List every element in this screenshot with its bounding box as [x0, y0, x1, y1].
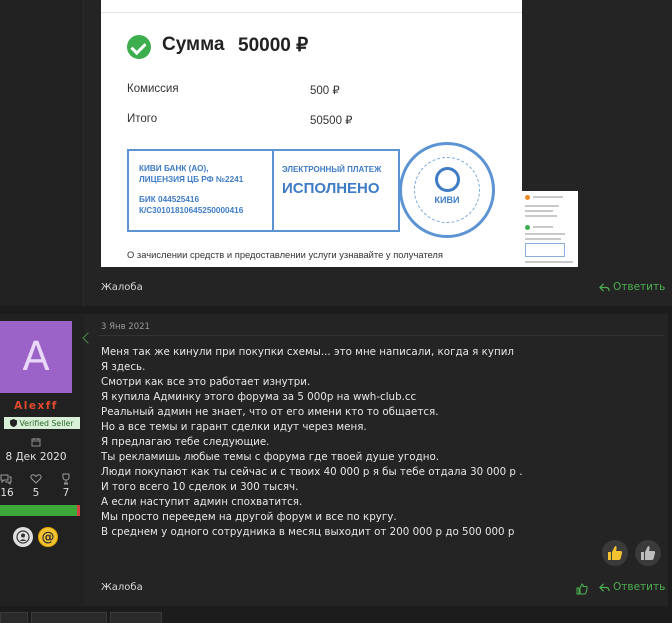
- receipt-thumbnail[interactable]: [522, 191, 578, 267]
- thumbs-up-gray-icon: [641, 546, 656, 560]
- forum-post: A Alexff Verified Seller 8 Дек 2020 16 5…: [0, 314, 668, 606]
- post-arrow-notch: [82, 332, 94, 344]
- stat-messages: 16: [0, 487, 14, 499]
- reply-button[interactable]: Ответить: [599, 581, 665, 593]
- post-line: Я предлагаю тебе следующие.: [101, 436, 270, 448]
- post-line: Люди покупают как ты сейчас и с твоих 40…: [101, 466, 523, 478]
- verified-seller-badge: Verified Seller: [4, 417, 80, 429]
- stamp-text: КИВИ: [434, 195, 460, 205]
- report-link[interactable]: Жалоба: [101, 582, 143, 593]
- post-message: Меня так же кинули при покупки схемы... …: [101, 345, 631, 540]
- post-line: А если наступит админ спохватится.: [101, 496, 303, 508]
- receipt-sum-value: 50000 ₽: [238, 35, 309, 56]
- user-icon: [16, 530, 30, 544]
- dislike-reaction-button[interactable]: [635, 540, 661, 566]
- shield-icon: [10, 419, 18, 427]
- receipt-image[interactable]: Сумма 50000 ₽ Комиссия 500 ₽ Итого 50500…: [101, 0, 522, 267]
- receipt-bank-box: КИВИ БАНК (АО), ЛИЦЕНЗИЯ ЦБ РФ №2241 БИК…: [127, 149, 274, 232]
- username[interactable]: Alexff: [0, 400, 72, 412]
- report-link[interactable]: Жалоба: [101, 282, 143, 293]
- reply-arrow-icon: [599, 582, 610, 592]
- messages-icon: [0, 474, 12, 485]
- reply-label: Ответить: [613, 581, 666, 593]
- pagination-pages[interactable]: [31, 612, 107, 623]
- join-date: 8 Дек 2020: [5, 451, 67, 463]
- like-reaction-button[interactable]: [602, 540, 628, 566]
- at-icon: @: [41, 529, 55, 545]
- post-line: Я здесь.: [101, 361, 146, 373]
- pagination-prev[interactable]: [0, 612, 28, 623]
- post-line: Мы просто переедем на другой форум и все…: [101, 511, 397, 523]
- stat-reactions: 5: [32, 487, 40, 499]
- receipt-commission-label: Комиссия: [127, 83, 179, 95]
- receipt-total-value: 50500 ₽: [310, 115, 353, 127]
- reply-button[interactable]: Ответить: [599, 281, 665, 293]
- bank-license-line: ЛИЦЕНЗИЯ ЦБ РФ №2241: [139, 175, 244, 184]
- thumbs-up-yellow-icon: [608, 546, 623, 560]
- stat-trophies: 7: [62, 487, 70, 499]
- post-divider: [98, 335, 664, 336]
- avatar[interactable]: A: [0, 321, 72, 393]
- post-line: Но а все темы и гарант сделки идут через…: [101, 421, 367, 433]
- pagination-next[interactable]: [110, 612, 162, 623]
- check-circle-icon: [127, 35, 151, 59]
- bank-name-line: КИВИ БАНК (АО),: [139, 164, 209, 173]
- post-line: Смотри как все это работает изнутри.: [101, 376, 311, 388]
- receipt-total-label: Итого: [127, 113, 158, 125]
- bank-account-line: К/С30101810645250000416: [139, 206, 244, 215]
- user-info-panel: A Alexff Verified Seller 8 Дек 2020 16 5…: [0, 314, 84, 606]
- status-big-text: ИСПОЛНЕНО: [282, 180, 380, 197]
- post-line: Реальный админ не знает, что от его имен…: [101, 406, 439, 418]
- heart-icon: [30, 474, 42, 484]
- status-small-text: ЭЛЕКТРОННЫЙ ПЛАТЕЖ: [282, 165, 382, 174]
- receipt-top-divider: [101, 12, 522, 13]
- top-post-userbar: [0, 0, 84, 306]
- post-date[interactable]: 3 Янв 2021: [101, 322, 150, 332]
- like-icon[interactable]: [576, 583, 588, 595]
- post-line: Меня так же кинули при покупки схемы... …: [101, 346, 514, 358]
- post-line: В среднем у одного сотрудника в месяц вы…: [101, 526, 515, 538]
- reply-label: Ответить: [613, 281, 666, 293]
- receipt-status-box: ЭЛЕКТРОННЫЙ ПЛАТЕЖ ИСПОЛНЕНО: [274, 149, 400, 232]
- mention-button[interactable]: @: [38, 527, 58, 547]
- reputation-bar: [0, 505, 80, 516]
- post-line: Ты рекламишь любые темы с форума где тво…: [101, 451, 440, 463]
- trophy-icon: [62, 473, 70, 485]
- post-line: Я купила Админку этого форума за 5 000р …: [101, 391, 417, 403]
- reply-arrow-icon: [599, 282, 610, 292]
- receipt-footer-text: О зачислении средств и предоставлении ус…: [127, 249, 443, 260]
- receipt-commission-value: 500 ₽: [310, 85, 340, 97]
- top-post: Сумма 50000 ₽ Комиссия 500 ₽ Итого 50500…: [0, 0, 672, 306]
- badge-label: Verified Seller: [19, 418, 74, 428]
- profile-button[interactable]: [13, 527, 33, 547]
- calendar-icon: [31, 438, 41, 447]
- qiwi-stamp-icon: КИВИ: [399, 142, 495, 238]
- post-line: И того всего 10 сделок и 300 тысяч.: [101, 481, 299, 493]
- bank-bik-line: БИК 044525416: [139, 195, 200, 204]
- receipt-sum-label: Сумма: [162, 34, 225, 55]
